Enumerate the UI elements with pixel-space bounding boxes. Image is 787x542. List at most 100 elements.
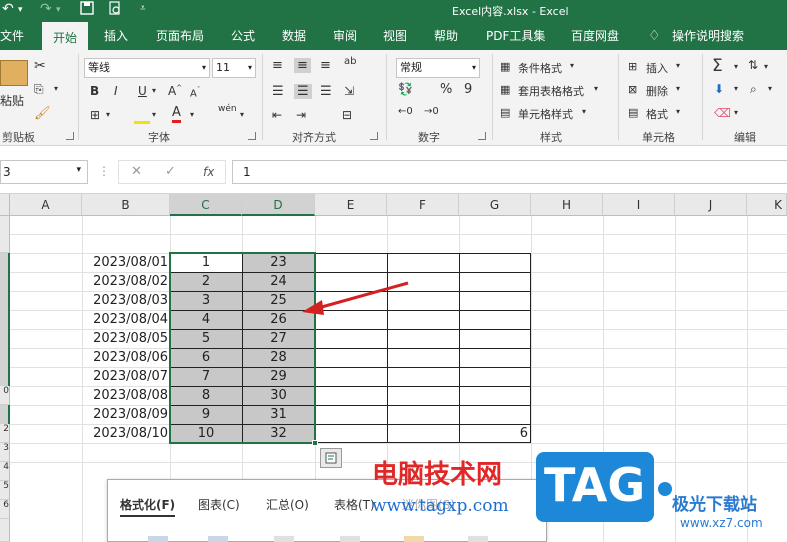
cell-c-value[interactable]: 4: [170, 310, 242, 329]
paste-icon[interactable]: [0, 60, 28, 86]
print-preview-icon[interactable]: [108, 1, 122, 19]
clipboard-launcher-icon[interactable]: [66, 132, 74, 140]
phonetic-dropdown-icon[interactable]: ▾: [240, 110, 244, 119]
tab-data[interactable]: 数据: [282, 22, 306, 50]
row-header-13[interactable]: 3: [0, 443, 10, 462]
copy-dropdown-icon[interactable]: ▾: [54, 84, 58, 93]
fill-icon[interactable]: ⬇: [714, 82, 724, 96]
customize-qat-icon[interactable]: ⩡: [140, 3, 146, 14]
cell-c-value[interactable]: 5: [170, 329, 242, 348]
alignment-launcher-icon[interactable]: [370, 132, 378, 140]
column-header-a[interactable]: A: [10, 194, 82, 216]
align-right-icon[interactable]: ☰: [320, 84, 332, 99]
column-header-e[interactable]: E: [315, 194, 387, 216]
decrease-indent-icon[interactable]: ⇤: [272, 108, 282, 122]
tab-formulas[interactable]: 公式: [231, 22, 255, 50]
sort-dropdown-icon[interactable]: ▾: [764, 62, 768, 71]
name-box[interactable]: 3 ▾: [0, 160, 88, 184]
column-header-f[interactable]: F: [387, 194, 459, 216]
cell-c-value[interactable]: 6: [170, 348, 242, 367]
format-button[interactable]: 格式: [646, 106, 668, 122]
decrease-decimal-icon[interactable]: →0: [424, 106, 439, 117]
number-launcher-icon[interactable]: [478, 132, 486, 140]
wrap-text-icon[interactable]: ⇲: [344, 84, 354, 98]
qa-option-icon[interactable]: [208, 536, 228, 542]
qa-option-icon[interactable]: [404, 536, 424, 542]
qa-option-icon[interactable]: [274, 536, 294, 542]
column-header-g[interactable]: G: [459, 194, 531, 216]
number-format-box[interactable]: 常规 ▾: [396, 58, 480, 78]
qa-option-icon[interactable]: [468, 536, 488, 542]
cell-c-value[interactable]: 9: [170, 405, 242, 424]
column-header-j[interactable]: J: [675, 194, 747, 216]
qa-tab-formatting[interactable]: 格式化(F): [120, 496, 176, 517]
delete-button[interactable]: 删除: [646, 83, 668, 99]
decrease-font-icon[interactable]: Aˇ: [190, 86, 200, 99]
redo-dropdown-icon[interactable]: ▾: [56, 5, 61, 15]
cell-b-date[interactable]: 2023/08/06: [82, 348, 170, 367]
cell-c-value[interactable]: 10: [170, 424, 242, 443]
undo-icon[interactable]: ↶: [2, 1, 14, 17]
cell-b-date[interactable]: 2023/08/08: [82, 386, 170, 405]
clear-icon[interactable]: ⌫: [714, 106, 731, 120]
font-size-box[interactable]: 11 ▾: [212, 58, 256, 78]
border-icon[interactable]: ⊞: [90, 108, 100, 122]
font-launcher-icon[interactable]: [248, 132, 256, 140]
sort-filter-icon[interactable]: ⇅: [748, 58, 758, 72]
redo-icon[interactable]: ↷: [40, 1, 52, 17]
cell-b-date[interactable]: 2023/08/07: [82, 367, 170, 386]
find-dropdown-icon[interactable]: ▾: [768, 84, 772, 93]
row-header-14[interactable]: 4: [0, 462, 10, 481]
row-header-12[interactable]: 2: [0, 424, 10, 443]
fill-dropdown-icon[interactable]: ▾: [152, 110, 156, 119]
column-header-c[interactable]: C: [170, 194, 242, 216]
insert-function-button[interactable]: fx: [203, 165, 214, 179]
quick-analysis-button[interactable]: [320, 448, 342, 468]
cell-d-value[interactable]: 28: [242, 348, 315, 367]
column-header-h[interactable]: H: [531, 194, 603, 216]
row-header-16[interactable]: 6: [0, 500, 10, 519]
qa-tab-tables[interactable]: 表格(T): [334, 496, 375, 513]
row-header-selected[interactable]: [0, 253, 10, 444]
cell-b-date[interactable]: 2023/08/09: [82, 405, 170, 424]
align-top-icon[interactable]: ≡: [272, 58, 283, 73]
conditional-format-button[interactable]: 条件格式: [518, 60, 562, 76]
cell-c-value[interactable]: 1: [170, 253, 242, 272]
bold-button[interactable]: B: [90, 84, 99, 98]
tab-view[interactable]: 视图: [383, 22, 407, 50]
paste-button[interactable]: 粘贴: [0, 92, 24, 109]
tab-pdf-tools[interactable]: PDF工具集: [486, 22, 545, 50]
cell-d-value[interactable]: 29: [242, 367, 315, 386]
cell-c-value[interactable]: 3: [170, 291, 242, 310]
row-header[interactable]: [0, 519, 10, 542]
row-header-10[interactable]: 0: [0, 386, 10, 405]
italic-button[interactable]: I: [114, 84, 118, 98]
font-color-dropdown-icon[interactable]: ▾: [190, 110, 194, 119]
select-all-corner[interactable]: [0, 194, 10, 216]
cell-b-date[interactable]: 2023/08/03: [82, 291, 170, 310]
cell-d-value[interactable]: 30: [242, 386, 315, 405]
cell-c-value[interactable]: 2: [170, 272, 242, 291]
increase-font-icon[interactable]: A^: [168, 84, 182, 98]
align-left-icon[interactable]: ☰: [272, 84, 284, 99]
increase-indent-icon[interactable]: ⇥: [296, 108, 306, 122]
underline-button[interactable]: U: [138, 84, 147, 98]
underline-dropdown-icon[interactable]: ▾: [152, 86, 156, 95]
cell-c-value[interactable]: 7: [170, 367, 242, 386]
row-header-15[interactable]: 5: [0, 481, 10, 500]
column-header-d[interactable]: D: [242, 194, 315, 216]
autosum-icon[interactable]: Σ: [712, 56, 723, 76]
tab-baidu-netdisk[interactable]: 百度网盘: [571, 22, 619, 50]
qa-tab-totals[interactable]: 汇总(O): [266, 496, 309, 513]
increase-decimal-icon[interactable]: ←0: [398, 106, 413, 117]
format-as-table-button[interactable]: 套用表格格式: [518, 83, 584, 99]
merge-center-icon[interactable]: ⊟: [342, 108, 352, 122]
border-dropdown-icon[interactable]: ▾: [106, 110, 110, 119]
row-header[interactable]: [0, 216, 10, 253]
cell-c-value[interactable]: 8: [170, 386, 242, 405]
tell-me-search[interactable]: 操作说明搜索: [672, 22, 744, 50]
column-header-b[interactable]: B: [82, 194, 170, 216]
cell-b-date[interactable]: 2023/08/01: [82, 253, 170, 272]
cell-b-date[interactable]: 2023/08/04: [82, 310, 170, 329]
cut-icon[interactable]: ✂: [34, 58, 46, 74]
